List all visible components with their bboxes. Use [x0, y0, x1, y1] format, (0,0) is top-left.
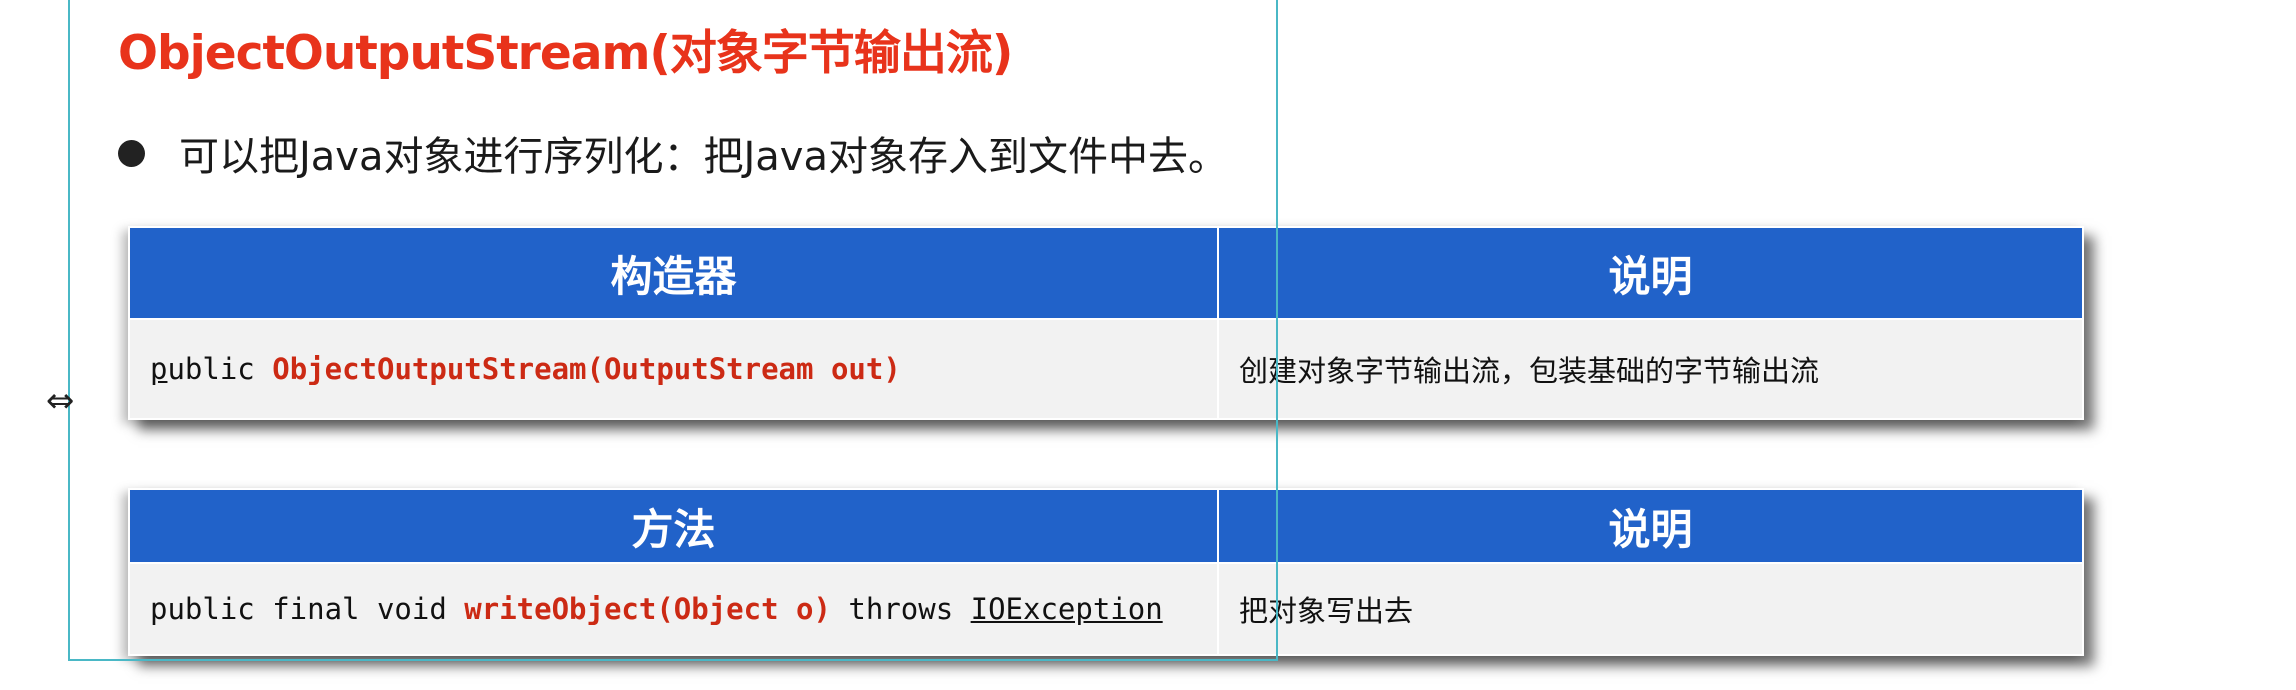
table-row: public ObjectOutputStream(OutputStream o…: [128, 318, 2084, 420]
constructor-table-header: 构造器 说明: [128, 226, 2084, 320]
header-method: 方法: [128, 488, 1219, 564]
bullet-text: 可以把Java对象进行序列化：把Java对象存入到文件中去。: [179, 134, 1228, 180]
bullet-item: 可以把Java对象进行序列化：把Java对象存入到文件中去。: [118, 124, 1228, 182]
code-keyword: ublic: [167, 352, 273, 386]
method-table-header: 方法 说明: [128, 488, 2084, 564]
method-signature: public final void writeObject(Object o) …: [128, 562, 1219, 656]
code-keyword-first-letter: p: [150, 352, 168, 386]
page-title: ObjectOutputStream(对象字节输出流): [118, 26, 1013, 81]
table-row: public final void writeObject(Object o) …: [128, 562, 2084, 656]
resize-horizontal-cursor-icon: ⇔: [46, 381, 75, 421]
bullet-dot-icon: [118, 139, 145, 167]
code-exception: IOException: [970, 592, 1163, 626]
constructor-signature: public ObjectOutputStream(OutputStream o…: [128, 318, 1219, 420]
method-description: 把对象写出去: [1217, 562, 2084, 656]
constructor-table: 构造器 说明 public ObjectOutputStream(OutputS…: [128, 226, 2084, 420]
header-description: 说明: [1217, 226, 2084, 320]
code-constructor-name: ObjectOutputStream(OutputStream out): [272, 352, 901, 386]
code-throws: throws: [830, 592, 971, 626]
header-description: 说明: [1217, 488, 2084, 564]
method-table: 方法 说明 public final void writeObject(Obje…: [128, 488, 2084, 656]
code-modifiers: public final void: [150, 592, 465, 626]
code-method-name: writeObject(Object o): [464, 592, 831, 626]
constructor-description: 创建对象字节输出流，包装基础的字节输出流: [1217, 318, 2084, 420]
header-constructor: 构造器: [128, 226, 1219, 320]
